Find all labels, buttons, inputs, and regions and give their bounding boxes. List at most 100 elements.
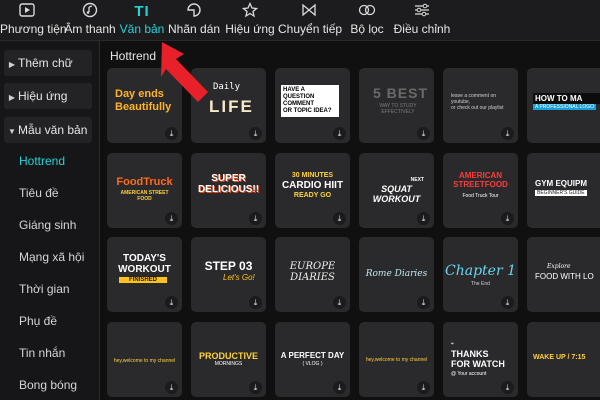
tab-sticker[interactable]: Nhãn dán xyxy=(168,0,220,40)
card-text: A PROFESSIONAL LOGO xyxy=(533,104,596,110)
card-text: PRODUCTIVE xyxy=(198,351,258,361)
download-icon[interactable]: ⤓ xyxy=(165,212,178,225)
card-text-box: HAVE A QUESTION COMMENT OR TOPIC IDEA? xyxy=(281,85,339,117)
card-text: Rome Diaries xyxy=(365,269,428,279)
category-label: Hiệu ứng xyxy=(18,89,68,103)
tab-text[interactable]: TI Văn bản xyxy=(118,0,166,40)
download-icon[interactable]: ⤓ xyxy=(417,212,430,225)
template-card[interactable]: SUPER DELICIOUS!! ⤓ xyxy=(191,153,266,228)
sidebar-item-subtitle[interactable]: Phụ đề xyxy=(19,313,57,329)
template-card[interactable]: HAVE A QUESTION COMMENT OR TOPIC IDEA? ⤓ xyxy=(275,68,350,143)
template-card[interactable]: HOW TO MA A PROFESSIONAL LOGO xyxy=(527,68,600,143)
download-icon[interactable]: ⤓ xyxy=(501,296,514,309)
download-icon[interactable]: ⤓ xyxy=(333,296,346,309)
tab-label: Nhãn dán xyxy=(168,22,221,36)
tab-audio[interactable]: Âm thanh xyxy=(62,0,118,40)
card-text: READY GO xyxy=(293,192,332,199)
card-text: STREETFOOD xyxy=(453,180,508,189)
sidebar-item-title[interactable]: Tiêu đề xyxy=(19,185,59,201)
download-icon[interactable]: ⤓ xyxy=(417,296,430,309)
sidebar-category-add-text[interactable]: ▶ Thêm chữ xyxy=(4,50,92,76)
download-icon[interactable]: ⤓ xyxy=(249,381,262,394)
card-text: WAKE UP / 7:15 xyxy=(533,354,586,361)
card-text: HOW TO MA xyxy=(533,93,600,104)
audio-icon xyxy=(62,2,118,22)
download-icon[interactable]: ⤓ xyxy=(249,296,262,309)
template-card[interactable]: NEXT SQUAT WORKOUT ⤓ xyxy=(359,153,434,228)
effects-icon xyxy=(224,1,276,22)
card-text: COMMENT xyxy=(283,101,314,107)
tab-media[interactable]: Phương tiện xyxy=(0,0,67,40)
download-icon[interactable]: ⤓ xyxy=(333,212,346,225)
sidebar-item-time[interactable]: Thời gian xyxy=(19,281,70,297)
sidebar-item-hottrend[interactable]: Hottrend xyxy=(19,153,65,169)
download-icon[interactable]: ⤓ xyxy=(417,381,430,394)
template-card[interactable]: hey,welcome to my channel ⤓ xyxy=(107,322,182,397)
sidebar-item-bubble[interactable]: Bong bóng xyxy=(19,377,77,393)
download-icon[interactable]: ⤓ xyxy=(249,212,262,225)
download-icon[interactable]: ⤓ xyxy=(165,127,178,140)
template-card[interactable]: FoodTruck AMERICAN STREET FOOD ⤓ xyxy=(107,153,182,228)
template-card[interactable]: leave a comment on youtube, or check out … xyxy=(443,68,518,143)
media-icon xyxy=(0,2,54,22)
template-card[interactable]: 5 BEST WAY TO STUDY EFFECTIVELY ⤓ xyxy=(359,68,434,143)
top-toolbar: Phương tiện Âm thanh TI Văn bản Nhãn dán… xyxy=(0,0,600,41)
card-text: Explore xyxy=(547,263,571,270)
card-text: @ Your account xyxy=(451,371,487,377)
download-icon[interactable]: ⤓ xyxy=(501,212,514,225)
card-text: AMERICAN STREET FOOD xyxy=(120,190,169,202)
card-text: BEGINNER'S GUIDE xyxy=(535,190,587,196)
card-text: A PERFECT DAY xyxy=(280,351,345,360)
template-card[interactable]: AMERICAN STREETFOOD Food Truck Tour ⤓ xyxy=(443,153,518,228)
template-card[interactable]: hey,welcome to my channel ⤓ xyxy=(359,322,434,397)
sidebar-category-effects[interactable]: ▶ Hiệu ứng xyxy=(4,83,92,109)
card-text: Let's Go! xyxy=(223,273,255,282)
download-icon[interactable]: ⤓ xyxy=(417,127,430,140)
download-icon[interactable]: ⤓ xyxy=(333,381,346,394)
tab-label: Âm thanh xyxy=(64,22,116,36)
card-text: FINISHED xyxy=(119,277,167,283)
download-icon[interactable]: ⤓ xyxy=(165,296,178,309)
card-text: FOR WATCH xyxy=(451,359,505,369)
caret-right-icon: ▶ xyxy=(8,60,16,69)
download-icon[interactable]: ⤓ xyxy=(249,127,262,140)
sidebar-item-message[interactable]: Tin nhắn xyxy=(19,345,65,361)
template-card[interactable]: WAKE UP / 7:15 xyxy=(527,322,600,397)
card-text: CARDIO HIIT xyxy=(281,180,344,191)
download-icon[interactable]: ⤓ xyxy=(501,381,514,394)
card-text: GYM EQUIPM xyxy=(535,179,588,188)
template-card[interactable]: STEP 03 Let's Go! ⤓ xyxy=(191,237,266,312)
card-text: WORKOUT xyxy=(118,264,171,275)
template-card[interactable]: PRODUCTIVE MORNINGS ⤓ xyxy=(191,322,266,397)
tab-adjust[interactable]: Điều chỉnh xyxy=(392,0,452,40)
download-icon[interactable]: ⤓ xyxy=(165,381,178,394)
download-icon[interactable]: ⤓ xyxy=(501,127,514,140)
tab-label: Chuyển tiếp xyxy=(278,22,343,36)
template-card[interactable]: 30 MINUTES CARDIO HIIT READY GO ⤓ xyxy=(275,153,350,228)
card-text: DIARIES xyxy=(290,272,335,283)
card-text: STEP 03 xyxy=(204,259,253,273)
template-card[interactable]: Chapter 1 The End ⤓ xyxy=(443,237,518,312)
card-text: 5 BEST xyxy=(373,85,429,101)
sidebar-item-social[interactable]: Mạng xã hội xyxy=(19,249,84,265)
template-card[interactable]: Explore FOOD WITH LO xyxy=(527,237,600,312)
tab-transition[interactable]: Chuyển tiếp xyxy=(278,0,343,40)
tab-effects[interactable]: Hiệu ứng xyxy=(224,0,276,40)
template-card[interactable]: EUROPE DIARIES ⤓ xyxy=(275,237,350,312)
template-card[interactable]: A PERFECT DAY ( VLOG ) ⤓ xyxy=(275,322,350,397)
tab-label: Điều chỉnh xyxy=(393,22,451,36)
sidebar: ▶ Thêm chữ ▶ Hiệu ứng ▼ Mẫu văn bản Hottren… xyxy=(0,41,100,400)
text-icon: TI xyxy=(134,3,150,20)
template-card[interactable]: Rome Diaries ⤓ xyxy=(359,237,434,312)
template-card[interactable]: GYM EQUIPM BEGINNER'S GUIDE xyxy=(527,153,600,228)
template-card[interactable]: TODAY'S WORKOUT FINISHED ⤓ xyxy=(107,237,182,312)
card-text: EUROPE xyxy=(289,261,336,272)
sidebar-item-christmas[interactable]: Giáng sinh xyxy=(19,217,76,233)
download-icon[interactable]: ⤓ xyxy=(333,127,346,140)
sidebar-category-text-templates[interactable]: ▼ Mẫu văn bản xyxy=(4,117,92,143)
template-card[interactable]: ❝ THANKS FOR WATCH @ Your account ⤓ xyxy=(443,322,518,397)
tab-label: Bộ lọc xyxy=(350,22,384,36)
card-text: MORNINGS xyxy=(214,361,243,367)
sticker-icon xyxy=(168,2,220,22)
tab-filter[interactable]: Bộ lọc xyxy=(345,0,389,40)
